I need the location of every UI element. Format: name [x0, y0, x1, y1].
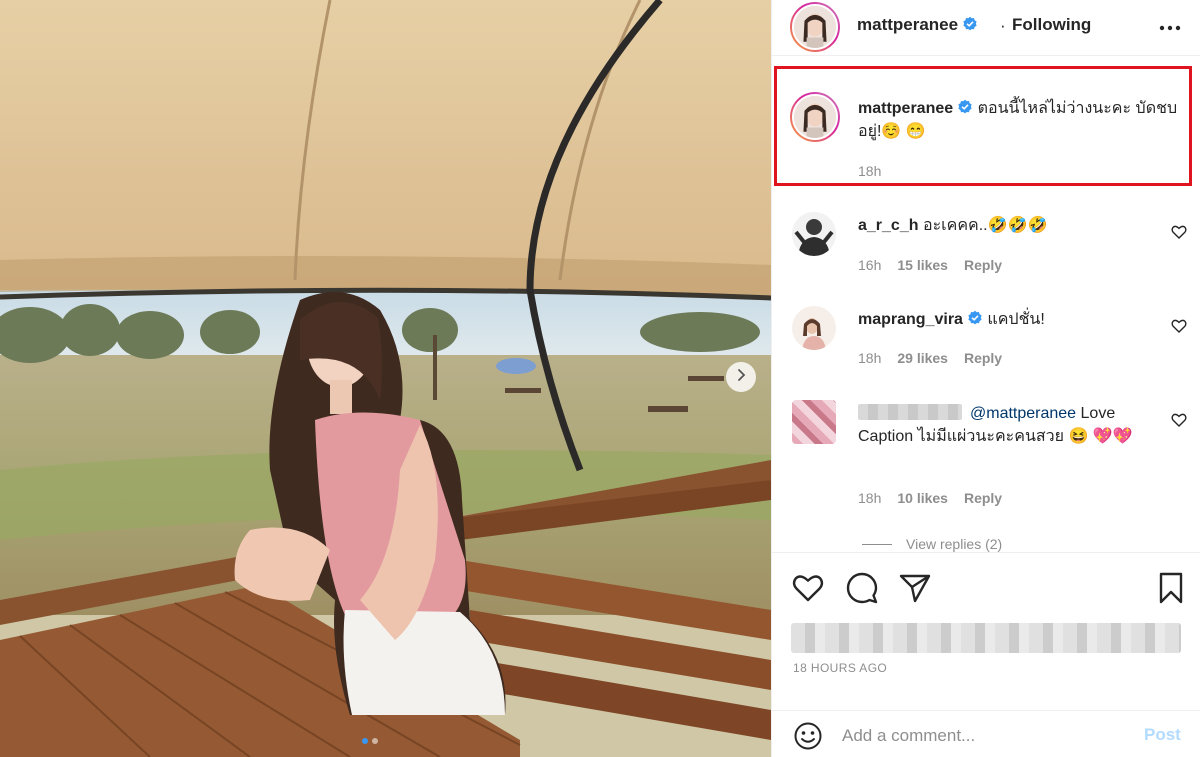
- following-button[interactable]: Following: [1012, 15, 1091, 35]
- reply-button[interactable]: Reply: [964, 350, 1002, 366]
- comment-meta: 18h 10 likes Reply: [858, 490, 1002, 506]
- carousel-dot: [372, 738, 378, 744]
- comment-time[interactable]: 18h: [858, 350, 881, 366]
- heart-icon[interactable]: [1171, 412, 1187, 428]
- more-horizontal-icon: [1159, 18, 1181, 36]
- caption-meta: 18h: [858, 163, 881, 179]
- caption-username[interactable]: mattperanee: [858, 100, 953, 117]
- smiley-icon[interactable]: [793, 721, 823, 751]
- comment-bubble-icon[interactable]: [845, 571, 879, 605]
- author-username-text[interactable]: mattperanee: [857, 15, 958, 34]
- heart-icon[interactable]: [1171, 318, 1187, 334]
- author-avatar[interactable]: [790, 2, 840, 52]
- paper-plane-icon[interactable]: [898, 571, 932, 605]
- post-side-panel: mattperanee · Following mattperanee ตอนน…: [771, 0, 1200, 757]
- view-replies-button[interactable]: View replies (2): [862, 534, 1002, 554]
- post-photo-image: [0, 0, 771, 757]
- heart-icon[interactable]: [1171, 224, 1187, 240]
- comment-username[interactable]: a_r_c_h: [858, 217, 919, 234]
- commenter-avatar[interactable]: [792, 400, 836, 444]
- post-header: mattperanee · Following: [772, 0, 1200, 56]
- comment-username[interactable]: maprang_vira: [858, 311, 963, 328]
- carousel-dots: [362, 738, 378, 744]
- heart-icon[interactable]: [791, 571, 825, 605]
- reply-button[interactable]: Reply: [964, 490, 1002, 506]
- post-time-ago[interactable]: 18 HOURS AGO: [793, 661, 887, 675]
- comment-likes[interactable]: 29 likes: [897, 350, 948, 366]
- comment-text: แคปชั่น!: [987, 311, 1045, 328]
- verified-badge-icon: [967, 310, 983, 326]
- blurred-likes-summary: [791, 623, 1181, 653]
- add-comment-bar: Post: [772, 710, 1200, 757]
- carousel-next-button[interactable]: [726, 362, 756, 392]
- add-comment-input[interactable]: [842, 723, 1122, 749]
- view-replies-line: [862, 543, 892, 545]
- post-photo: [0, 0, 771, 757]
- comment-likes[interactable]: 10 likes: [897, 490, 948, 506]
- comment-time[interactable]: 16h: [858, 257, 881, 273]
- comment-mention[interactable]: @mattperanee: [970, 405, 1076, 422]
- verified-badge-icon: [957, 99, 973, 115]
- caption: mattperanee ตอนนี้ไหล่ไม่ว่างนะคะ บัดชบ …: [858, 97, 1188, 143]
- author-username[interactable]: mattperanee: [857, 15, 978, 35]
- comment-time[interactable]: 18h: [858, 490, 881, 506]
- comment-meta: 16h 15 likes Reply: [858, 257, 1002, 273]
- comment-1: a_r_c_h อะเคคค..🤣🤣🤣: [858, 214, 1158, 237]
- commenter-avatar[interactable]: [792, 306, 836, 350]
- reply-button[interactable]: Reply: [964, 257, 1002, 273]
- chevron-right-icon: [734, 368, 748, 387]
- caption-author-avatar[interactable]: [790, 92, 840, 142]
- verified-badge-icon: [962, 16, 978, 32]
- comment-2: maprang_vira แคปชั่น!: [858, 308, 1158, 331]
- comment-meta: 18h 29 likes Reply: [858, 350, 1002, 366]
- bookmark-icon[interactable]: [1154, 571, 1188, 605]
- commenter-avatar[interactable]: [792, 212, 836, 256]
- view-replies-label[interactable]: View replies (2): [906, 536, 1002, 552]
- comment-text: อะเคคค..🤣🤣🤣: [922, 217, 1048, 234]
- comment-3: @mattperanee Love Caption ไม่มีแผ่วนะคะค…: [858, 402, 1164, 448]
- post-comment-button[interactable]: Post: [1144, 725, 1181, 745]
- comment-likes[interactable]: 15 likes: [897, 257, 948, 273]
- post-actions: 18 HOURS AGO Post: [772, 552, 1200, 757]
- more-options-button[interactable]: [1157, 14, 1183, 40]
- follow-separator: ·: [1000, 16, 1006, 35]
- caption-time[interactable]: 18h: [858, 163, 881, 179]
- carousel-dot: [362, 738, 368, 744]
